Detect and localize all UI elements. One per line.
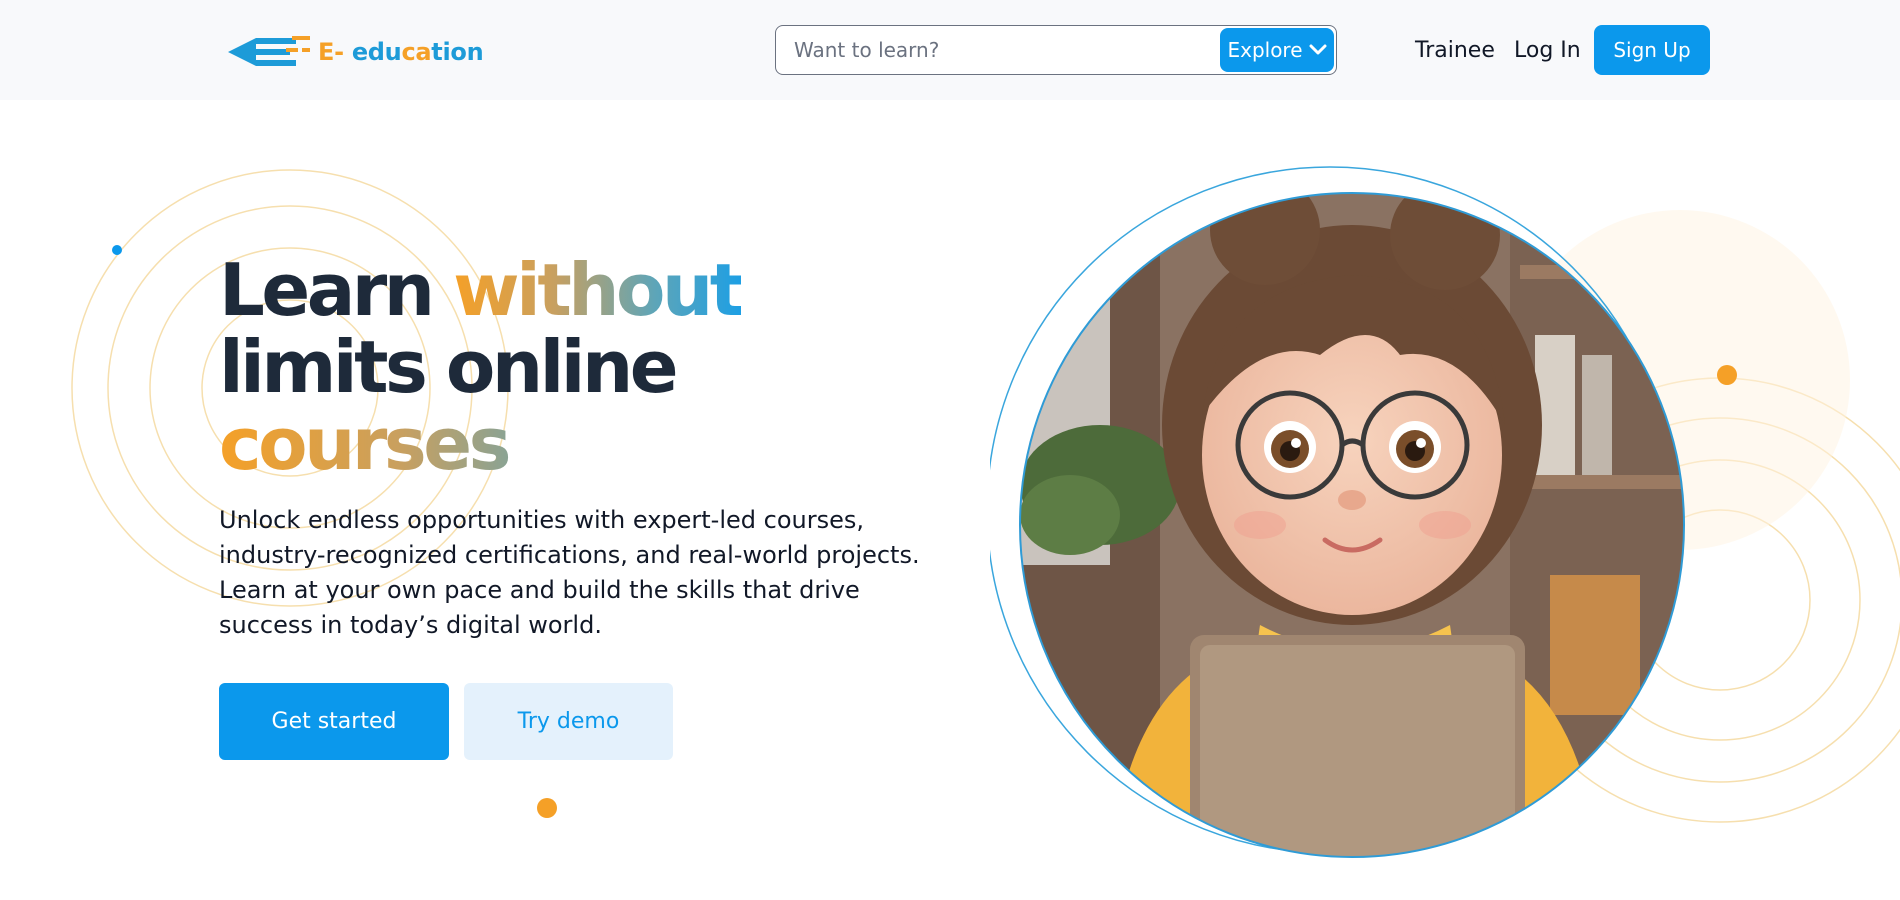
signup-button[interactable]: Sign Up	[1594, 25, 1710, 75]
headline-line-1: Learn without	[219, 248, 744, 332]
nav-trainee-link[interactable]: Trainee	[1415, 25, 1495, 75]
search-input[interactable]	[794, 26, 1214, 74]
explore-button[interactable]: Explore	[1220, 28, 1334, 72]
hero-illustration	[990, 166, 1685, 858]
nav-login-link[interactable]: Log In	[1514, 25, 1581, 75]
headline-line-2: limits online	[219, 325, 679, 409]
headline-line-3: courses	[219, 406, 741, 483]
logo-pen-icon	[228, 36, 310, 66]
explore-label: Explore	[1227, 38, 1303, 62]
site-header: E- education Explore Trainee Log In Sign…	[0, 0, 1900, 100]
logo-text: E- education	[318, 38, 484, 66]
hero-description: Unlock endless opportunities with expert…	[219, 506, 920, 639]
try-demo-button[interactable]: Try demo	[464, 683, 673, 760]
logo[interactable]: E- education	[226, 32, 484, 72]
chevron-down-icon	[1309, 44, 1327, 55]
get-started-button[interactable]: Get started	[219, 683, 449, 760]
hero-headline: Learn without limits online courses	[219, 248, 744, 483]
search-bar: Explore	[775, 25, 1337, 75]
